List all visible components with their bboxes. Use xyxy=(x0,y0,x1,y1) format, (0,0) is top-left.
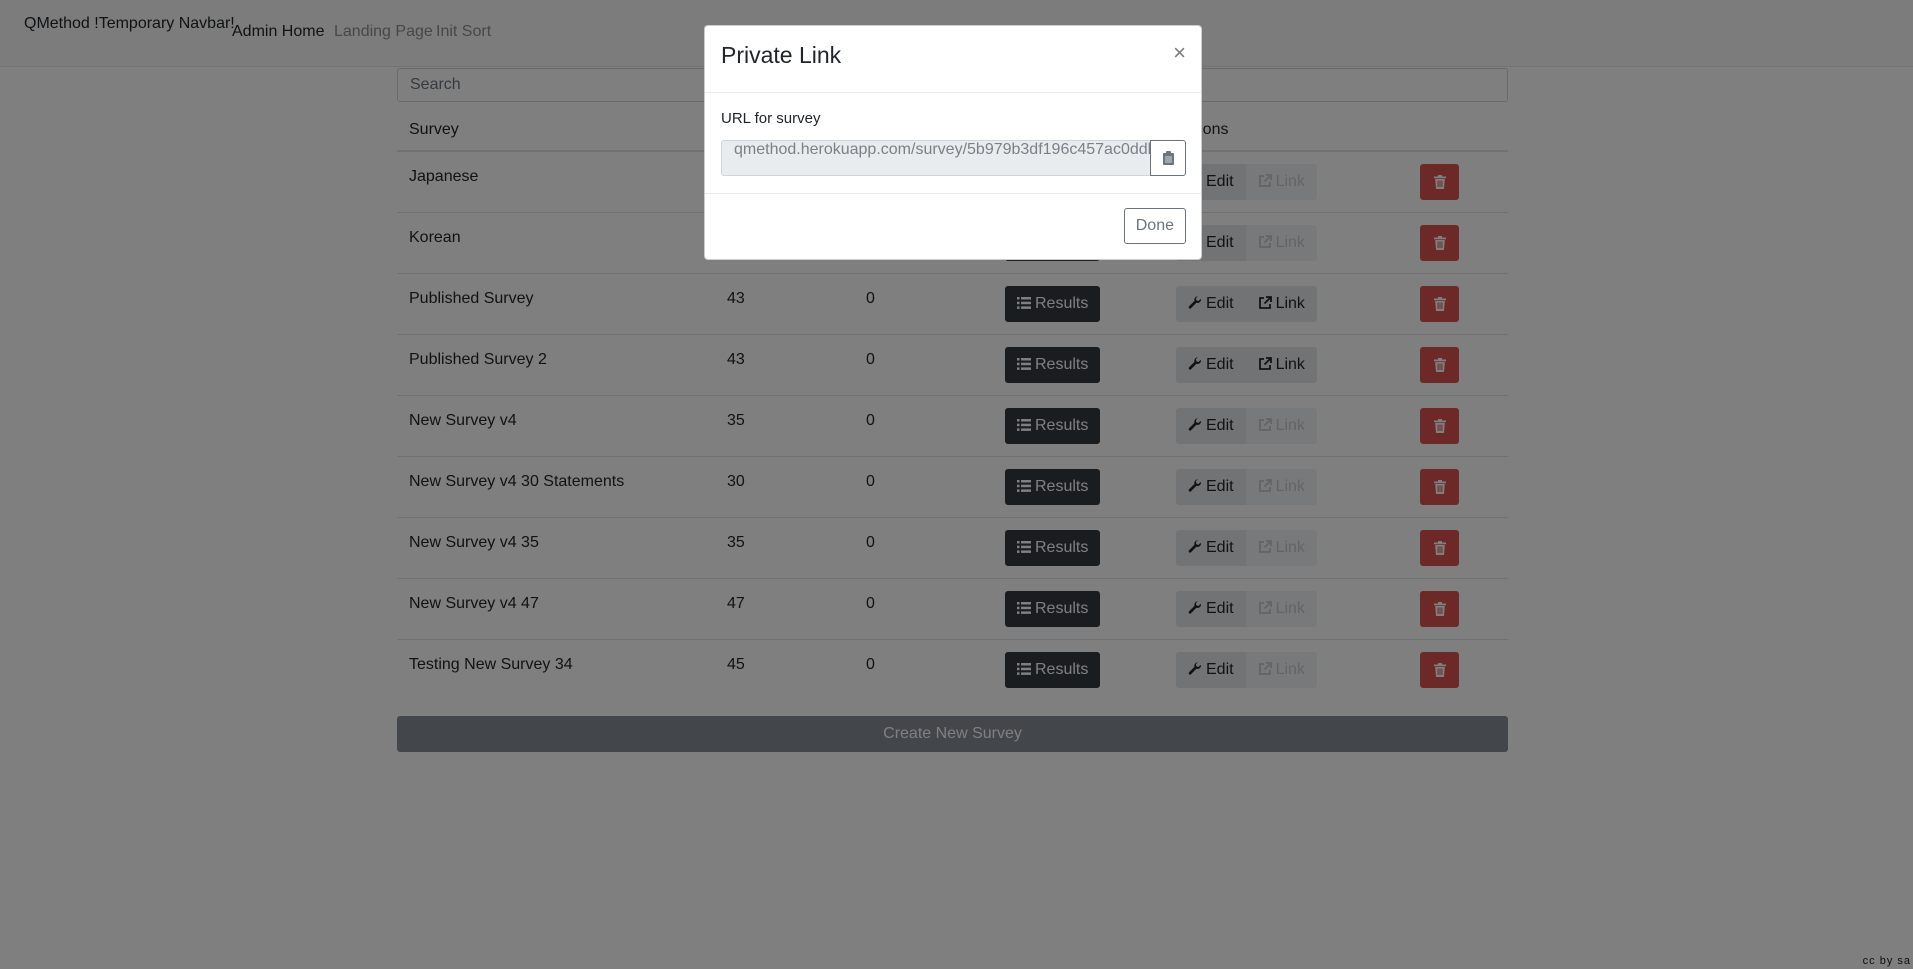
url-label: URL for survey xyxy=(721,110,821,127)
done-button[interactable]: Done xyxy=(1123,208,1186,244)
copy-url-button[interactable] xyxy=(1150,140,1186,176)
modal-header: Private Link × xyxy=(705,26,1201,93)
survey-url-value: qmethod.herokuapp.com/survey/5b979b3df19… xyxy=(734,141,1151,158)
private-link-modal: Private Link × URL for survey qmethod.he… xyxy=(704,25,1202,260)
clipboard-icon xyxy=(1162,151,1174,165)
modal-body: URL for survey qmethod.herokuapp.com/sur… xyxy=(705,93,1201,194)
survey-url-field[interactable]: qmethod.herokuapp.com/survey/5b979b3df19… xyxy=(721,140,1151,176)
close-icon[interactable]: × xyxy=(1173,42,1186,64)
modal-title: Private Link xyxy=(721,42,842,68)
